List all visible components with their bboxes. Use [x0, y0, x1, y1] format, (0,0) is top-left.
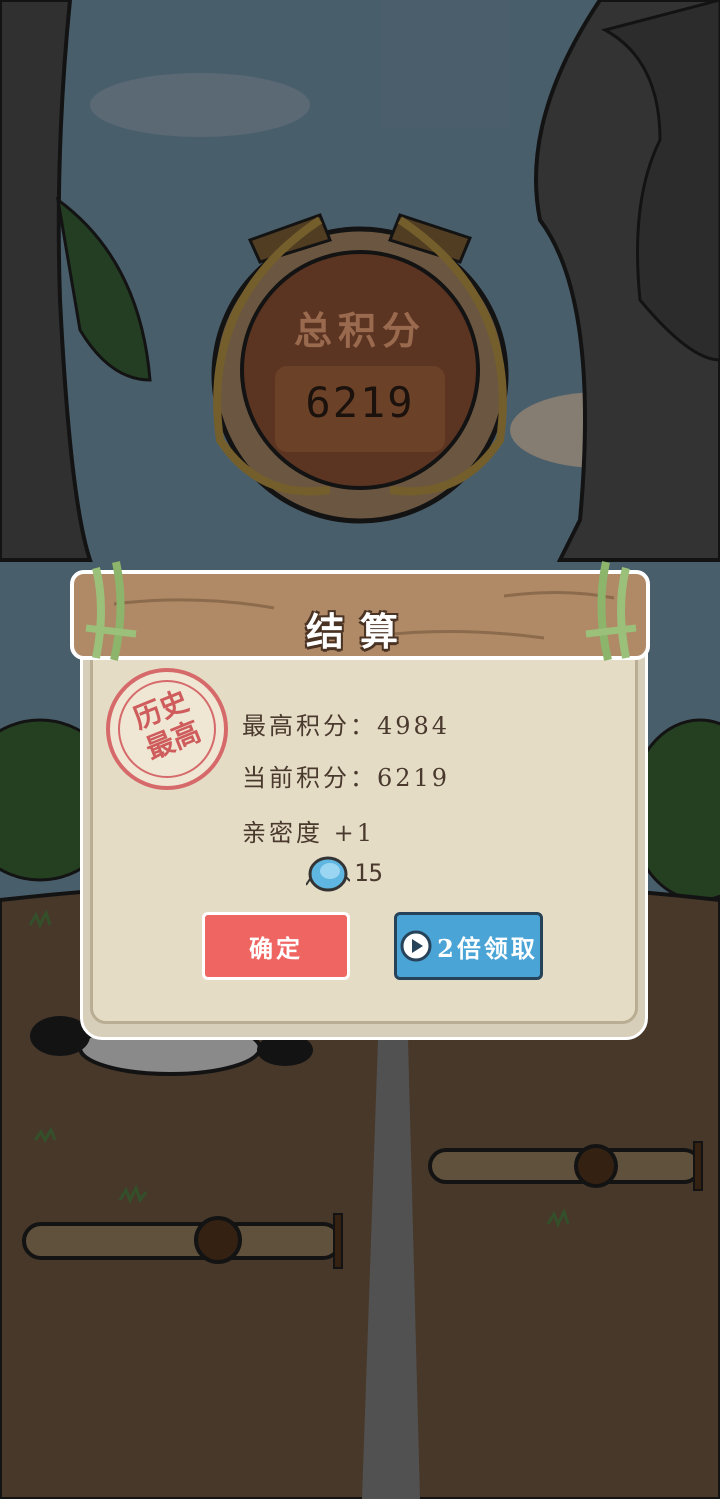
dialog-title: 结算 — [305, 609, 414, 654]
intimacy-text: 亲密度 +1 — [242, 819, 376, 847]
confirm-button[interactable]: 确定 — [202, 912, 350, 980]
settlement-dialog: 结算 — [64, 548, 656, 1044]
play-circle-icon — [400, 930, 432, 962]
current-score-text: 当前积分：6219 — [242, 764, 451, 792]
total-score-value: 6219 — [305, 378, 415, 427]
blue-gem-icon — [306, 856, 350, 892]
record-stamp-icon: 历史 最高 — [106, 668, 228, 790]
total-score-title: 总积分 — [293, 308, 426, 353]
double-reward-label: 2倍领取 — [437, 933, 538, 963]
gem-count: 15 — [354, 859, 383, 887]
double-reward-button[interactable]: 2倍领取 — [394, 912, 543, 980]
best-score-text: 最高积分：4984 — [242, 712, 451, 740]
confirm-button-label: 确定 — [249, 933, 303, 963]
